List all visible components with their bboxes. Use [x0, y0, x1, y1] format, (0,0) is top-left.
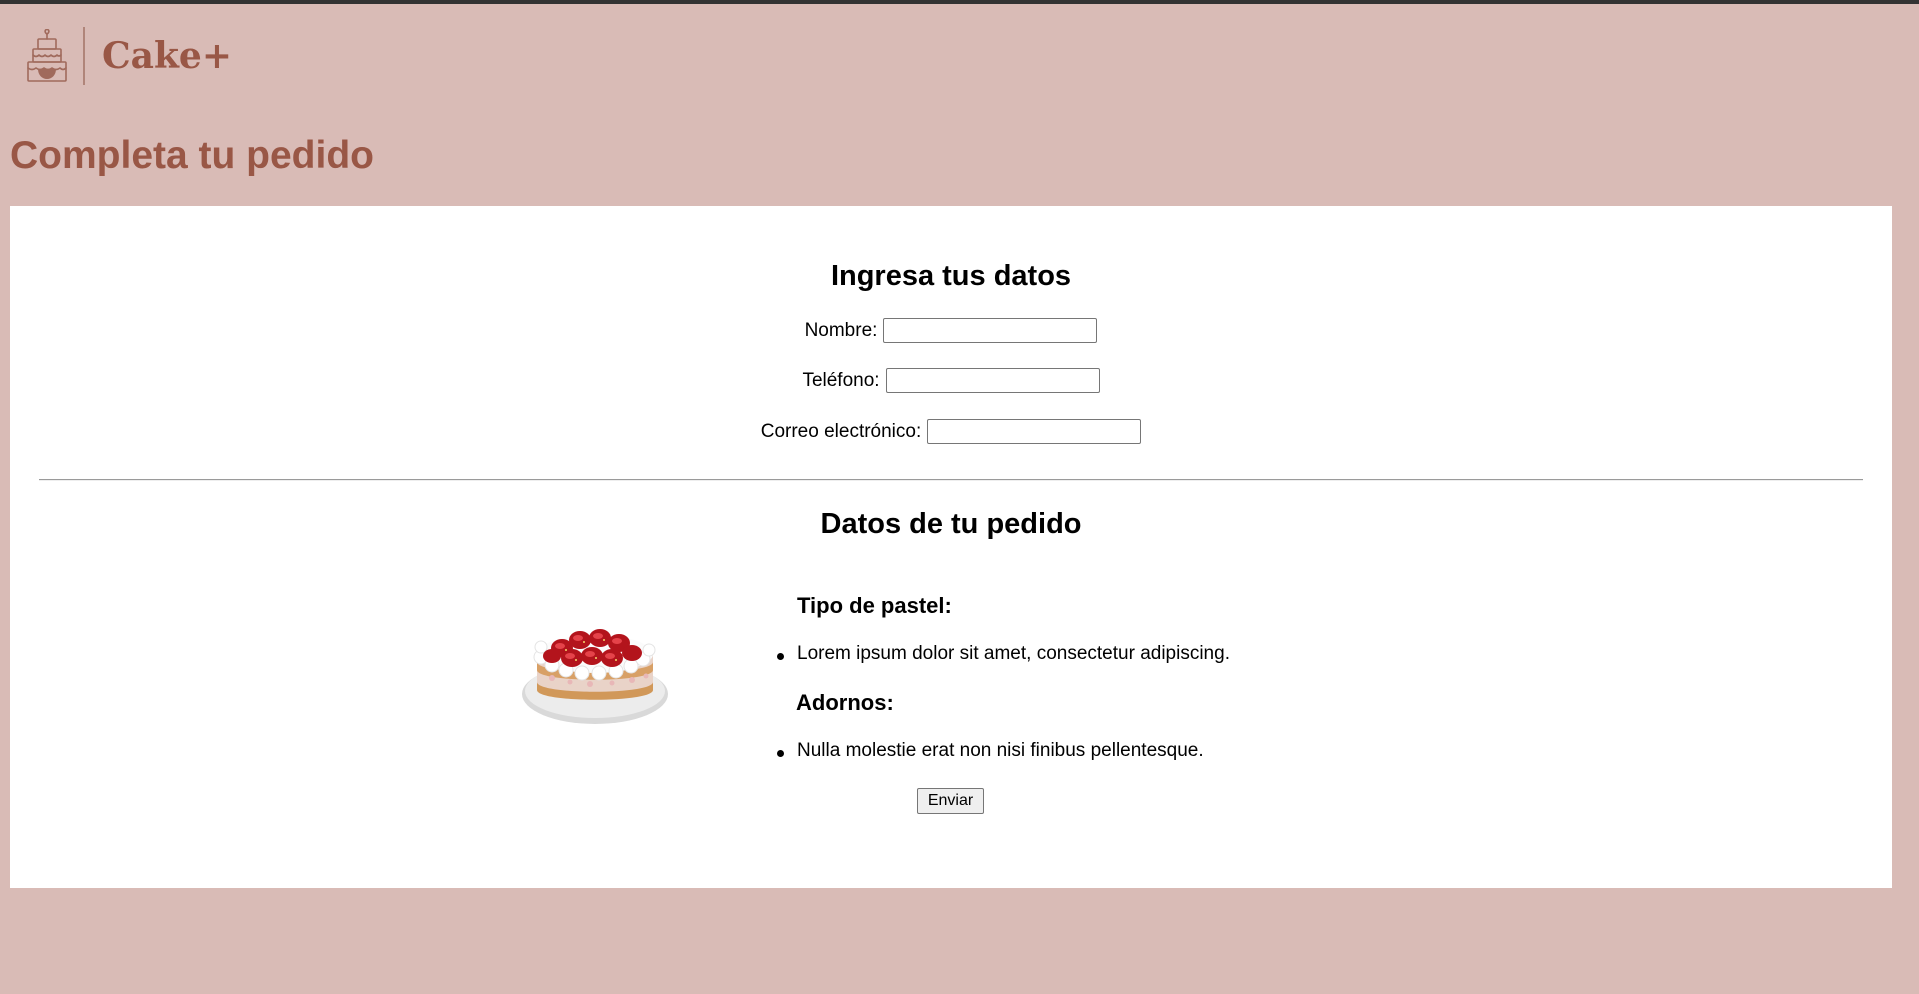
email-input[interactable] — [927, 419, 1142, 444]
decorations-heading: Adornos: — [796, 690, 894, 715]
cake-type-item: Lorem ipsum dolor sit amet, consectetur … — [797, 643, 1230, 664]
site-header: Cake+ — [26, 26, 232, 86]
email-label: Correo electrónico: — [760, 420, 922, 442]
brand-name[interactable]: Cake+ — [102, 38, 232, 74]
name-field-row: Nombre: — [10, 318, 1892, 343]
name-input[interactable] — [883, 318, 1098, 343]
name-label: Nombre: — [804, 319, 878, 341]
phone-label: Teléfono: — [802, 369, 880, 391]
cake-type-heading: Tipo de pastel: — [797, 593, 952, 618]
strawberry-cake-image — [522, 629, 668, 724]
email-field-row: Correo electrónico: — [10, 419, 1892, 444]
order-form-card: Ingresa tus datos Nombre: Teléfono: Corr… — [10, 206, 1892, 888]
customer-section-title: Ingresa tus datos — [830, 260, 1072, 292]
phone-field-row: Teléfono: — [10, 368, 1892, 393]
page-title: Completa tu pedido — [10, 134, 374, 177]
decorations-item: Nulla molestie erat non nisi finibus pel… — [797, 740, 1204, 761]
brand-divider — [83, 27, 85, 85]
window-top-border — [0, 0, 1919, 4]
phone-input[interactable] — [885, 368, 1100, 393]
section-divider — [39, 479, 1863, 481]
submit-button[interactable]: Enviar — [917, 788, 984, 814]
decorations-bullet — [777, 750, 784, 757]
cake-icon — [27, 29, 67, 82]
cake-type-bullet — [777, 653, 784, 660]
order-section-title: Datos de tu pedido — [820, 508, 1082, 540]
